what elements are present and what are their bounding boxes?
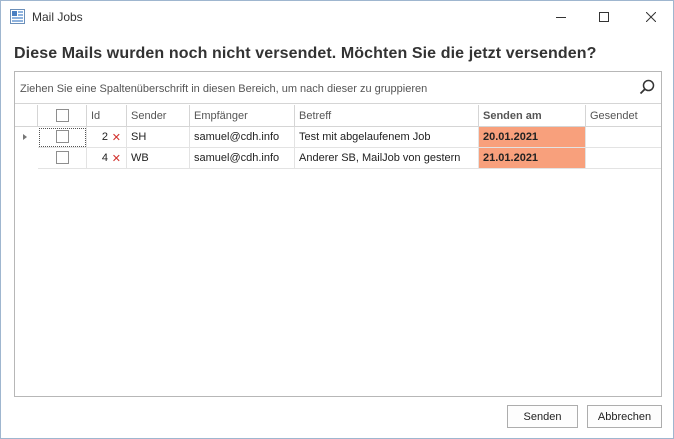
minimize-button[interactable] [538,1,583,32]
column-header-recipient[interactable]: Empfänger [190,105,295,127]
cell-subject[interactable]: Anderer SB, MailJob von gestern [295,148,479,169]
row-checkbox[interactable] [56,151,69,164]
row-select-cell[interactable] [38,148,87,169]
search-icon[interactable] [639,79,655,95]
header-select-all-cell[interactable] [38,105,87,127]
close-icon [645,11,656,22]
cell-sent[interactable] [586,127,661,148]
cell-send-date[interactable]: 20.01.2021 [479,127,586,148]
cancel-button[interactable]: Abbrechen [587,405,662,428]
column-header-sent[interactable]: Gesendet [586,105,661,127]
header-indicator-cell [15,105,38,127]
maximize-button[interactable] [581,1,626,32]
minimize-icon [555,16,566,18]
cell-subject[interactable]: Test mit abgelaufenem Job [295,127,479,148]
row-indicator-cell[interactable] [15,148,38,169]
group-panel[interactable]: Ziehen Sie eine Spaltenüberschrift in di… [15,72,661,104]
delete-x-icon[interactable]: ✕ [112,131,121,144]
delete-x-icon[interactable]: ✕ [112,152,121,165]
group-panel-hint: Ziehen Sie eine Spaltenüberschrift in di… [20,83,428,95]
column-header-send-date[interactable]: Senden am [479,105,586,127]
cell-send-date[interactable]: 21.01.2021 [479,148,586,169]
column-header-sender[interactable]: Sender [127,105,190,127]
cell-sent[interactable] [586,148,661,169]
title-bar: Mail Jobs [1,1,673,32]
cell-recipient[interactable]: samuel@cdh.info [190,127,295,148]
mail-jobs-window: Mail Jobs Diese Mails wurden noch nicht … [0,0,674,439]
column-header-id[interactable]: Id [87,105,127,127]
cell-sender[interactable]: WB [127,148,190,169]
cell-sender[interactable]: SH [127,127,190,148]
close-button[interactable] [628,1,673,32]
window-title: Mail Jobs [32,10,83,24]
mail-jobs-app-icon [10,9,25,24]
cell-id[interactable]: 2 ✕ [87,127,127,148]
row-select-cell[interactable] [38,127,87,148]
row-indicator-arrow-icon [23,134,27,140]
send-button[interactable]: Senden [507,405,578,428]
mail-jobs-grid[interactable]: Ziehen Sie eine Spaltenüberschrift in di… [14,71,662,397]
maximize-icon [598,11,609,22]
dialog-heading: Diese Mails wurden noch nicht versendet.… [14,45,597,62]
cell-id-value: 4 [101,152,108,164]
cell-recipient[interactable]: samuel@cdh.info [190,148,295,169]
column-header-subject[interactable]: Betreff [295,105,479,127]
cell-id-value: 2 [101,131,108,143]
select-all-checkbox[interactable] [56,109,69,122]
row-checkbox[interactable] [56,130,69,143]
cell-id[interactable]: 4 ✕ [87,148,127,169]
row-indicator-cell[interactable] [15,127,38,148]
